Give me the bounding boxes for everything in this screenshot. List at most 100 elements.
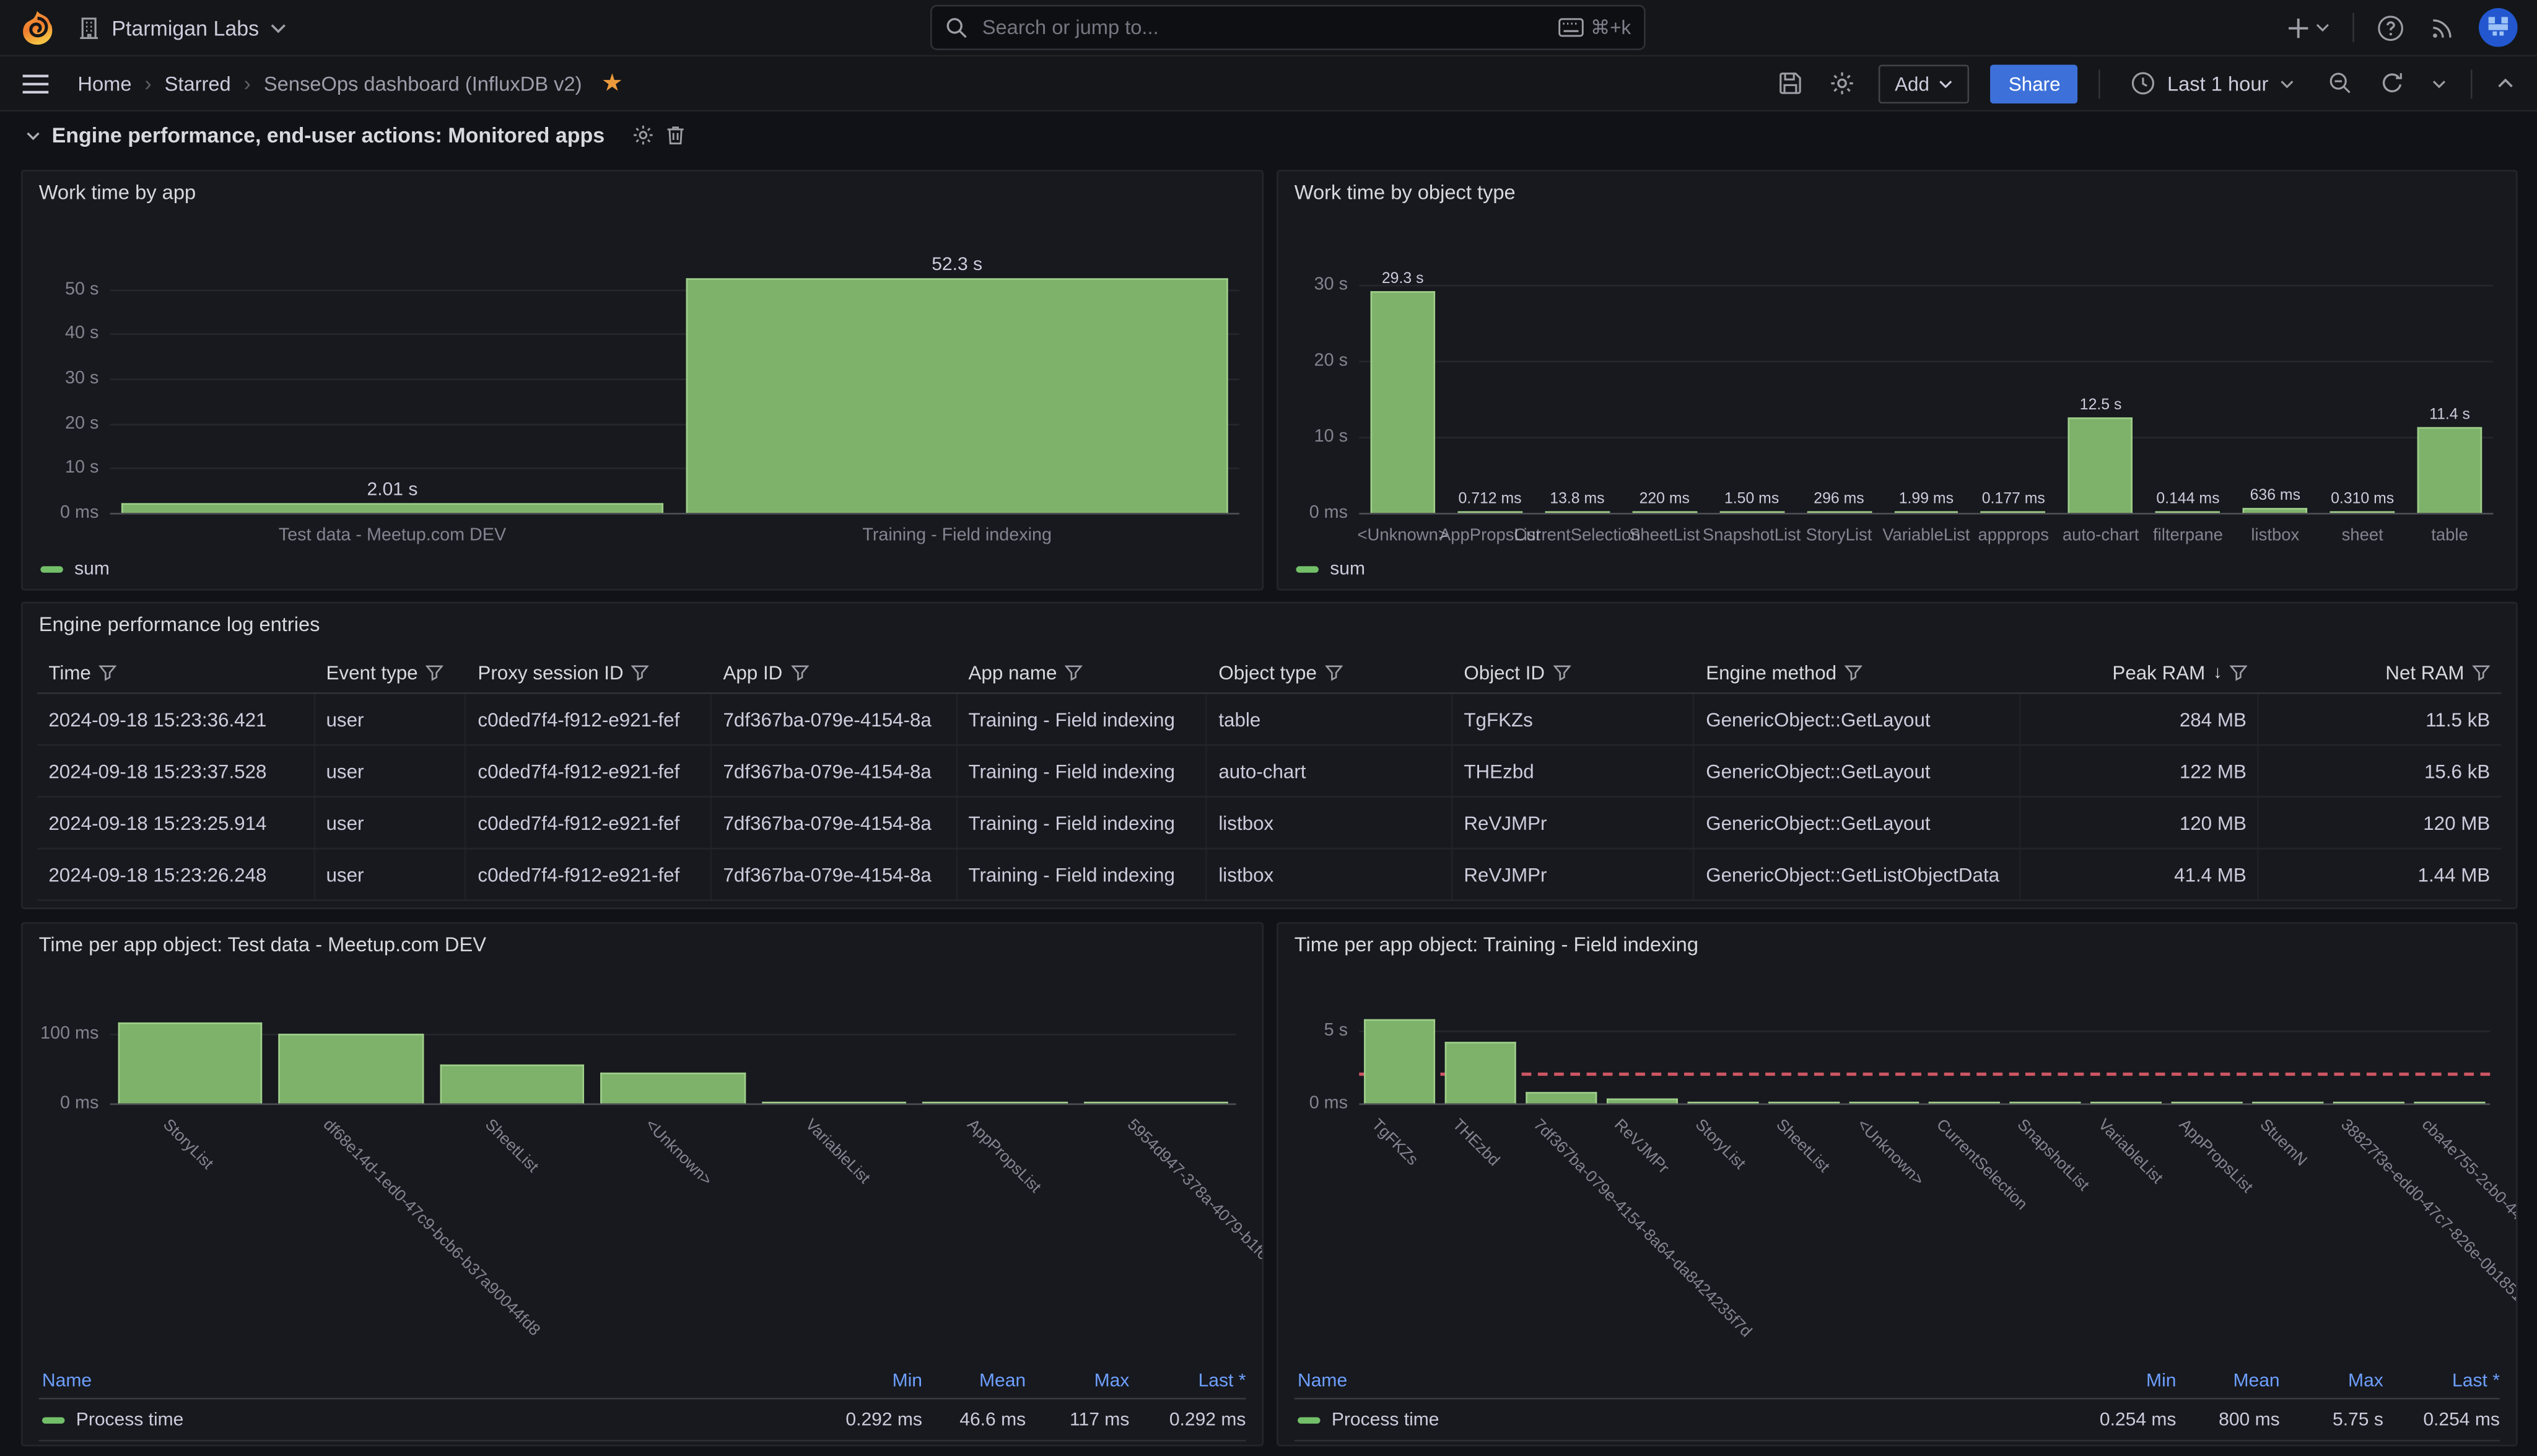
filter-icon[interactable]	[790, 663, 808, 681]
bar[interactable]	[2011, 1101, 2082, 1104]
bar[interactable]	[1768, 1101, 1839, 1104]
filter-icon[interactable]	[632, 663, 650, 681]
legend-col-last[interactable]: Last *	[2383, 1372, 2500, 1391]
legend-col-max[interactable]: Max	[1026, 1372, 1129, 1391]
row-delete-trash-icon[interactable]	[665, 124, 686, 146]
user-avatar[interactable]	[2479, 8, 2518, 47]
legend-col-name[interactable]: Name	[1295, 1372, 2072, 1391]
bar[interactable]	[1526, 1092, 1597, 1103]
filter-icon[interactable]	[1553, 663, 1571, 681]
legend-col-max[interactable]: Max	[2280, 1372, 2383, 1391]
bar[interactable]	[601, 1072, 746, 1103]
bar[interactable]	[1632, 510, 1696, 513]
column-header-app-id[interactable]: App ID	[712, 661, 957, 684]
bar[interactable]	[922, 1101, 1067, 1104]
bar[interactable]	[1364, 1020, 1435, 1104]
bar[interactable]	[1457, 510, 1522, 513]
column-header-net-ram[interactable]: Net RAM	[2260, 661, 2502, 684]
help-button[interactable]	[2373, 11, 2408, 45]
bar[interactable]	[279, 1034, 424, 1104]
mega-menu-toggle[interactable]	[19, 71, 51, 97]
bar[interactable]	[121, 504, 663, 513]
bar[interactable]	[1894, 510, 1958, 513]
bar[interactable]	[2243, 508, 2307, 513]
column-header-time[interactable]: Time	[37, 661, 315, 684]
row-header[interactable]: Engine performance, end-user actions: Mo…	[26, 123, 686, 147]
filter-icon[interactable]	[99, 663, 117, 681]
column-header-proxy-session-id[interactable]: Proxy session ID	[466, 661, 712, 684]
legend-item-sum[interactable]: sum	[1330, 560, 1365, 579]
series-name[interactable]: Process time	[76, 1410, 184, 1429]
legend-col-mean[interactable]: Mean	[2176, 1372, 2279, 1391]
legend-col-min[interactable]: Min	[2072, 1372, 2176, 1391]
filter-icon[interactable]	[2473, 663, 2491, 681]
panel-title[interactable]: Work time by object type	[1295, 181, 1516, 204]
bar[interactable]	[1371, 290, 1435, 513]
panel-title[interactable]: Engine performance log entries	[39, 613, 320, 636]
series-name[interactable]: Process time	[1332, 1410, 1439, 1429]
bar[interactable]	[2068, 418, 2133, 513]
breadcrumb-item[interactable]: Starred	[165, 72, 231, 95]
bar[interactable]	[2155, 510, 2220, 513]
bar[interactable]	[1981, 510, 2046, 513]
zoom-out-time-button[interactable]	[2325, 68, 2356, 99]
filter-icon[interactable]	[1325, 663, 1343, 681]
column-header-engine-method[interactable]: Engine method	[1695, 661, 2020, 684]
grafana-logo-icon[interactable]	[19, 10, 55, 45]
breadcrumb-item[interactable]: Home	[77, 72, 131, 95]
panel-title[interactable]: Time per app object: Test data - Meetup.…	[39, 933, 486, 956]
bar[interactable]	[762, 1101, 907, 1104]
bar[interactable]	[686, 279, 1228, 513]
bar[interactable]	[1545, 510, 1609, 513]
bar[interactable]	[1445, 1042, 1516, 1103]
bar[interactable]	[440, 1065, 585, 1103]
bar[interactable]	[1606, 1098, 1677, 1103]
save-dashboard-button[interactable]	[1775, 68, 1806, 99]
row-settings-gear-icon[interactable]	[632, 124, 653, 146]
legend-col-last[interactable]: Last *	[1129, 1372, 1246, 1391]
org-switcher[interactable]: Ptarmigan Labs	[71, 12, 293, 43]
bar[interactable]	[1687, 1101, 1758, 1104]
panel-title[interactable]: Time per app object: Training - Field in…	[1295, 933, 1698, 956]
bar[interactable]	[2172, 1101, 2243, 1104]
bar[interactable]	[1849, 1101, 1920, 1104]
table-row[interactable]: 2024-09-18 15:23:26.248userc0ded7f4-f912…	[37, 849, 2501, 901]
search-input[interactable]	[979, 15, 1547, 41]
dashboard-settings-button[interactable]	[1827, 68, 1858, 99]
legend-col-min[interactable]: Min	[819, 1372, 922, 1391]
bar[interactable]	[1719, 510, 1784, 513]
column-header-event-type[interactable]: Event type	[315, 661, 466, 684]
table-row[interactable]: 2024-09-18 15:23:36.421userc0ded7f4-f912…	[37, 694, 2501, 746]
bar[interactable]	[2333, 1101, 2404, 1104]
column-header-object-id[interactable]: Object ID	[1452, 661, 1695, 684]
legend-col-name[interactable]: Name	[39, 1372, 819, 1391]
bar[interactable]	[2253, 1101, 2324, 1104]
add-panel-button[interactable]: Add	[1879, 64, 1970, 103]
refresh-button[interactable]	[2377, 68, 2408, 99]
filter-icon[interactable]	[426, 663, 444, 681]
favorite-star-button[interactable]: ★	[598, 71, 627, 95]
share-button[interactable]: Share	[1991, 64, 2078, 103]
time-range-picker[interactable]: Last 1 hour	[2122, 69, 2304, 97]
add-new-button[interactable]	[2283, 12, 2333, 43]
collapse-toolbar-button[interactable]	[2493, 74, 2517, 92]
bar[interactable]	[2091, 1101, 2162, 1104]
news-rss-button[interactable]	[2427, 11, 2459, 43]
column-header-peak-ram[interactable]: Peak RAM↓	[2020, 661, 2260, 684]
bar[interactable]	[2330, 510, 2395, 513]
bar[interactable]	[2417, 426, 2482, 513]
filter-icon[interactable]	[1845, 663, 1862, 681]
bar[interactable]	[118, 1022, 263, 1104]
legend-col-mean[interactable]: Mean	[922, 1372, 1026, 1391]
legend-item-sum[interactable]: sum	[74, 560, 110, 579]
bar[interactable]	[2414, 1101, 2486, 1104]
bar[interactable]	[1929, 1101, 2001, 1104]
panel-title[interactable]: Work time by app	[39, 181, 196, 204]
search-box[interactable]: ⌘+k	[930, 5, 1646, 50]
table-row[interactable]: 2024-09-18 15:23:25.914userc0ded7f4-f912…	[37, 798, 2501, 850]
column-header-app-name[interactable]: App name	[957, 661, 1207, 684]
refresh-interval-dropdown[interactable]	[2429, 75, 2450, 91]
bar[interactable]	[1807, 510, 1871, 513]
filter-icon[interactable]	[1065, 663, 1083, 681]
breadcrumb-item[interactable]: SenseOps dashboard (InfluxDB v2)	[264, 72, 582, 95]
